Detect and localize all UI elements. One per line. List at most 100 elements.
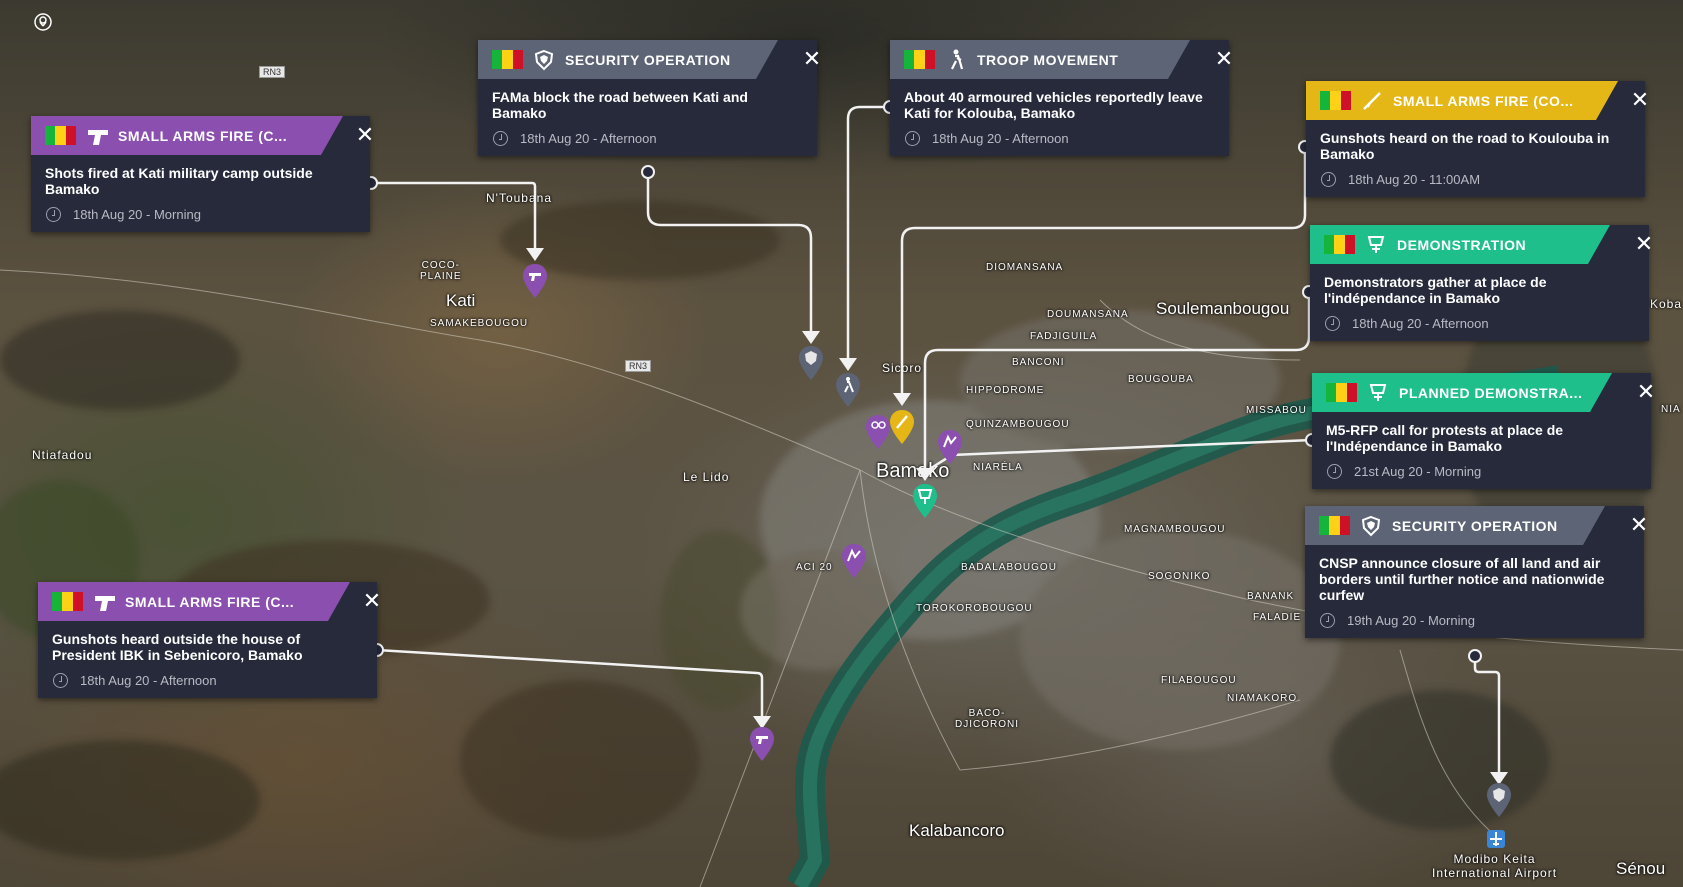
close-icon[interactable]: ✕ xyxy=(1634,380,1658,404)
event-panel-header: SMALL ARMS FIRE (C... ✕ xyxy=(38,582,381,621)
mali-flag-icon xyxy=(492,50,523,69)
event-category: SMALL ARMS FIRE (C... xyxy=(118,127,288,144)
clock-icon xyxy=(1327,464,1342,479)
satellite-map[interactable]: N'Toubana COCO- PLAINE Kati SAMAKEBOUGOU Nti… xyxy=(0,0,1683,887)
event-description: M5-RFP call for protests at place de l'I… xyxy=(1326,422,1564,454)
gun-icon xyxy=(86,125,108,147)
event-panel-e3[interactable]: TROOP MOVEMENT ✕ About 40 armoured vehicle… xyxy=(890,40,1233,156)
event-panel-header: SMALL ARMS FIRE (CO... ✕ xyxy=(1306,81,1649,120)
event-panel-e4[interactable]: SMALL ARMS FIRE (CO... ✕ Gunshots heard on… xyxy=(1306,81,1649,197)
event-category: SMALL ARMS FIRE (CO... xyxy=(1393,92,1574,109)
clock-icon xyxy=(53,673,68,688)
event-category: SMALL ARMS FIRE (C... xyxy=(125,593,295,610)
event-panel-header: PLANNED DEMONSTRA... ✕ xyxy=(1312,373,1655,412)
close-icon[interactable]: ✕ xyxy=(1627,513,1651,537)
event-panel-body: M5-RFP call for protests at place de l'I… xyxy=(1312,412,1651,489)
event-panel-header: DEMONSTRATION ✕ xyxy=(1310,225,1653,264)
event-category: SECURITY OPERATION xyxy=(565,51,731,68)
event-panel-body: Shots fired at Kati military camp outsid… xyxy=(31,155,370,232)
close-icon[interactable]: ✕ xyxy=(1212,47,1236,71)
event-description: CNSP announce closure of all land and ai… xyxy=(1319,555,1605,603)
event-panel-body: FAMa block the road between Kati and Bam… xyxy=(478,79,817,156)
map-pin-small-arms-fire-kati[interactable] xyxy=(523,264,547,298)
event-time-row: 18th Aug 20 - Afternoon xyxy=(492,131,803,146)
event-time: 18th Aug 20 - 11:00AM xyxy=(1348,172,1481,187)
event-panel-e8[interactable]: SMALL ARMS FIRE (C... ✕ Gunshots heard out… xyxy=(38,582,381,698)
event-time-row: 18th Aug 20 - Morning xyxy=(45,207,356,222)
event-time-row: 18th Aug 20 - 11:00AM xyxy=(1320,172,1631,187)
event-panel-e7[interactable]: SECURITY OPERATION ✕ CNSP announce closure… xyxy=(1305,506,1648,638)
event-time-row: 21st Aug 20 - Morning xyxy=(1326,464,1637,479)
walking-soldier-icon xyxy=(945,49,967,71)
event-time: 18th Aug 20 - Afternoon xyxy=(520,131,657,146)
event-panel-body: About 40 armoured vehicles reportedly le… xyxy=(890,79,1229,156)
mali-flag-icon xyxy=(1326,383,1357,402)
event-panel-body: Gunshots heard outside the house of Pres… xyxy=(38,621,377,698)
map-pin-protest-aci[interactable] xyxy=(842,544,866,578)
clock-icon xyxy=(493,131,508,146)
close-icon[interactable]: ✕ xyxy=(360,589,384,613)
close-icon[interactable]: ✕ xyxy=(1632,232,1656,256)
event-panel-body: Gunshots heard on the road to Koulouba i… xyxy=(1306,120,1645,197)
mali-flag-icon xyxy=(45,126,76,145)
event-category: DEMONSTRATION xyxy=(1397,236,1527,253)
event-panel-header: SECURITY OPERATION ✕ xyxy=(478,40,821,79)
event-category: SECURITY OPERATION xyxy=(1392,517,1558,534)
event-panel-header: SMALL ARMS FIRE (C... ✕ xyxy=(31,116,374,155)
event-time-row: 18th Aug 20 - Afternoon xyxy=(1324,316,1635,331)
mali-flag-icon xyxy=(1324,235,1355,254)
event-time: 21st Aug 20 - Morning xyxy=(1354,464,1482,479)
clock-icon xyxy=(1320,613,1335,628)
event-time-row: 19th Aug 20 - Morning xyxy=(1319,613,1630,628)
event-time: 18th Aug 20 - Afternoon xyxy=(932,131,1069,146)
event-category: PLANNED DEMONSTRA... xyxy=(1399,384,1583,401)
mali-flag-icon xyxy=(1320,91,1351,110)
rifle-icon xyxy=(1361,90,1383,112)
event-time-row: 18th Aug 20 - Afternoon xyxy=(52,673,363,688)
map-pin-security-operation-airport[interactable] xyxy=(1487,783,1511,817)
event-description: About 40 armoured vehicles reportedly le… xyxy=(904,89,1203,121)
mali-flag-icon xyxy=(52,592,83,611)
map-pin-small-arms-fire-koulouba[interactable] xyxy=(890,410,914,444)
event-description: Demonstrators gather at place de l'indép… xyxy=(1324,274,1547,306)
mali-flag-icon xyxy=(904,50,935,69)
event-panel-e1[interactable]: SMALL ARMS FIRE (C... ✕ Shots fired at Kat… xyxy=(31,116,374,232)
event-panel-header: SECURITY OPERATION ✕ xyxy=(1305,506,1648,545)
event-panel-e2[interactable]: SECURITY OPERATION ✕ FAMa block the road b… xyxy=(478,40,821,156)
event-description: FAMa block the road between Kati and Bam… xyxy=(492,89,748,121)
event-panel-body: CNSP announce closure of all land and ai… xyxy=(1305,545,1644,638)
event-time: 18th Aug 20 - Morning xyxy=(73,207,201,222)
shield-icon xyxy=(533,49,555,71)
event-time: 19th Aug 20 - Morning xyxy=(1347,613,1475,628)
clock-icon xyxy=(1325,316,1340,331)
event-description: Gunshots heard outside the house of Pres… xyxy=(52,631,303,663)
mali-flag-icon xyxy=(1319,516,1350,535)
clock-icon xyxy=(905,131,920,146)
event-panel-body: Demonstrators gather at place de l'indép… xyxy=(1310,264,1649,341)
map-pin-small-arms-fire-sebenicoro[interactable] xyxy=(750,727,774,761)
event-description: Gunshots heard on the road to Koulouba i… xyxy=(1320,130,1610,162)
airport-icon xyxy=(1487,830,1505,848)
event-category: TROOP MOVEMENT xyxy=(977,51,1119,68)
event-description: Shots fired at Kati military camp outsid… xyxy=(45,165,313,197)
map-pin-security-operation[interactable] xyxy=(799,346,823,380)
map-pin-small-arms-fire-multi[interactable] xyxy=(866,415,890,449)
map-pin-troop-movement[interactable] xyxy=(836,373,860,407)
protest-icon xyxy=(1365,234,1387,256)
event-panel-header: TROOP MOVEMENT ✕ xyxy=(890,40,1233,79)
event-time-row: 18th Aug 20 - Afternoon xyxy=(904,131,1215,146)
clock-icon xyxy=(1321,172,1336,187)
map-pin-protest[interactable] xyxy=(938,430,962,464)
protest-icon xyxy=(1367,382,1389,404)
event-time: 18th Aug 20 - Afternoon xyxy=(80,673,217,688)
clock-icon xyxy=(46,207,61,222)
event-time: 18th Aug 20 - Afternoon xyxy=(1352,316,1489,331)
event-panel-e6[interactable]: PLANNED DEMONSTRA... ✕ M5-RFP call for pro… xyxy=(1312,373,1655,489)
gun-icon xyxy=(93,591,115,613)
close-icon[interactable]: ✕ xyxy=(800,47,824,71)
shield-icon xyxy=(1360,515,1382,537)
event-panel-e5[interactable]: DEMONSTRATION ✕ Demonstrators gather at pl… xyxy=(1310,225,1653,341)
close-icon[interactable]: ✕ xyxy=(1628,88,1652,112)
map-pin-demonstration[interactable] xyxy=(913,484,937,518)
close-icon[interactable]: ✕ xyxy=(353,123,377,147)
